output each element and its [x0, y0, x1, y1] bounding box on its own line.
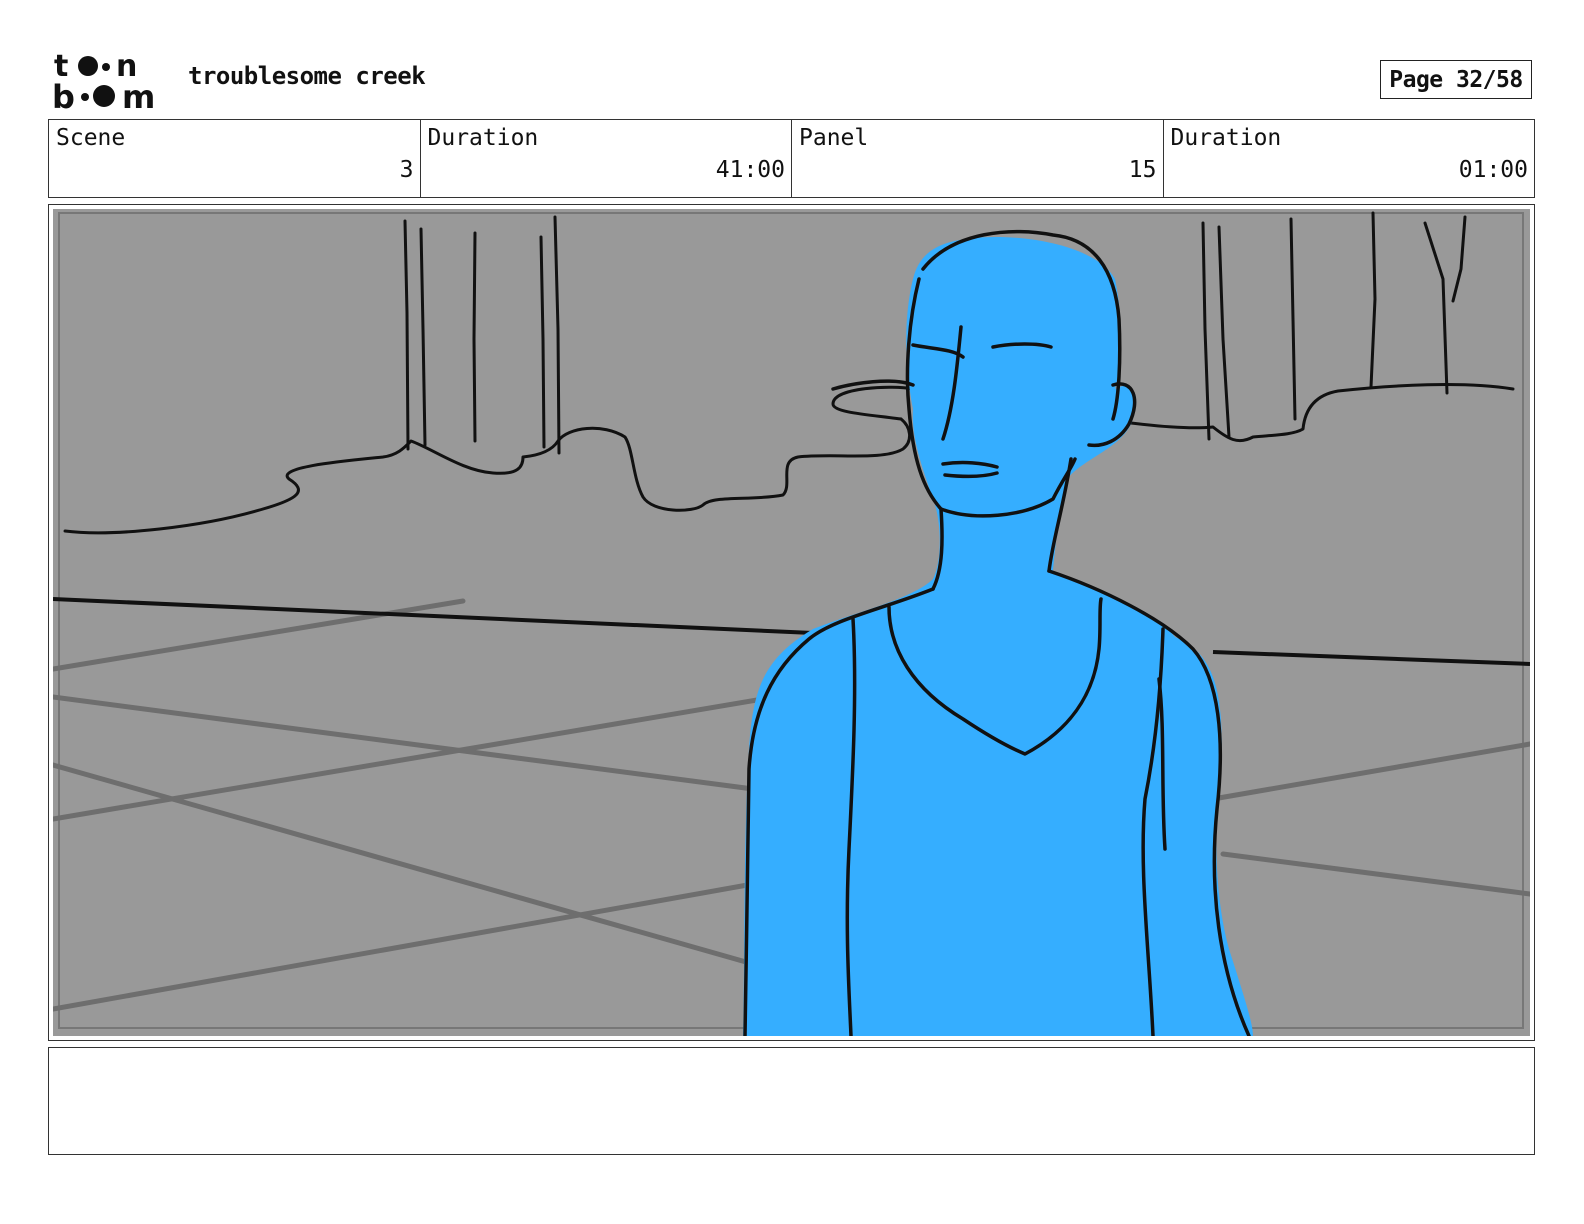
- panel-duration-label: Duration: [1170, 125, 1282, 151]
- scene-duration-value: 41:00: [715, 157, 785, 183]
- storyboard-sketch: [53, 209, 1530, 1036]
- scene-cell: Scene 3: [49, 120, 421, 197]
- project-title: troublesome creek: [188, 62, 426, 90]
- panel-notes-box: [48, 1047, 1535, 1155]
- toon-boom-logo: t n b m: [52, 50, 155, 112]
- panel-label: Panel: [799, 125, 869, 151]
- svg-text:b: b: [52, 78, 75, 112]
- panel-value: 15: [1128, 157, 1157, 183]
- scene-info-table: Scene 3 Duration 41:00 Panel 15 Duration…: [48, 119, 1535, 198]
- svg-text:m: m: [122, 78, 155, 112]
- storyboard-panel-frame: [48, 204, 1535, 1041]
- page-number: Page 32/58: [1380, 60, 1532, 99]
- panel-cell: Panel 15: [792, 120, 1164, 197]
- panel-duration-value: 01:00: [1458, 157, 1528, 183]
- scene-value: 3: [399, 157, 414, 183]
- panel-duration-cell: Duration 01:00: [1164, 120, 1535, 197]
- scene-label: Scene: [56, 125, 126, 151]
- scene-duration-label: Duration: [427, 125, 539, 151]
- scene-duration-cell: Duration 41:00: [421, 120, 792, 197]
